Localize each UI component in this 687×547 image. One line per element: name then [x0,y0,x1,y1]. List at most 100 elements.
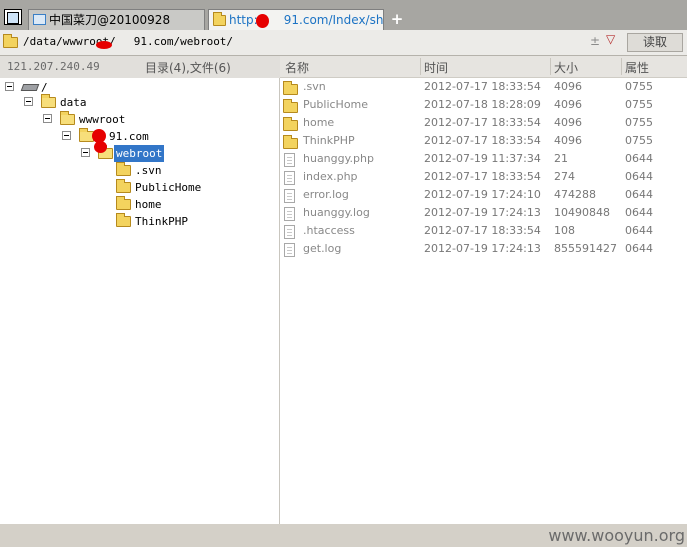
file-name: get.log [303,242,342,255]
footer: www.wooyun.org [0,524,687,547]
folder-icon [283,81,298,95]
column-header-size[interactable]: 大小 [554,59,578,76]
file-size: 108 [554,224,575,237]
window-menu-icon[interactable] [4,9,22,25]
file-size: 21 [554,152,568,165]
column-divider[interactable] [420,58,421,75]
file-permissions: 0644 [625,242,653,255]
modified-time: 2012-07-19 17:24:13 [424,206,541,219]
page-icon [33,14,46,25]
collapse-icon[interactable] [81,148,90,157]
column-header-time[interactable]: 时间 [424,59,448,76]
file-size: 4096 [554,98,582,111]
collapse-icon[interactable] [62,131,71,140]
file-size: 4096 [554,116,582,129]
file-name: home [303,116,335,129]
modified-time: 2012-07-17 18:33:54 [424,116,541,129]
file-name: index.php [303,170,358,183]
folder-icon [116,213,131,227]
file-permissions: 0644 [625,152,653,165]
tab-label: http://91.com/Index/show... [229,13,384,27]
column-divider[interactable] [621,58,622,75]
tree-label-selected: webroot [114,145,165,162]
tab-label: 中国菜刀@20100928 [49,13,171,27]
collapse-icon[interactable] [43,114,52,123]
file-permissions: 0755 [625,116,653,129]
tree-label: data [60,96,87,109]
table-row[interactable]: get.log 2012-07-19 17:24:13 855591427 0644 [280,241,687,259]
file-permissions: 0755 [625,98,653,111]
path-input[interactable]: /data/wwwroot/91.com/webroot/ [23,35,233,48]
file-permissions: 0755 [625,80,653,93]
tab-remote-site[interactable]: http://91.com/Index/show... [208,9,384,30]
folder-icon [60,111,75,125]
folder-icon [116,162,131,176]
chevron-down-icon[interactable]: ▽ [606,32,615,46]
modified-time: 2012-07-18 18:28:09 [424,98,541,111]
file-permissions: 0644 [625,188,653,201]
host-ip: 121.207.240.49 [7,60,100,73]
table-row[interactable]: error.log 2012-07-19 17:24:10 474288 0644 [280,187,687,205]
column-divider[interactable] [550,58,551,75]
collapse-icon[interactable] [24,97,33,106]
redaction-mark [94,141,107,153]
column-header-name[interactable]: 名称 [285,59,309,76]
table-row[interactable]: ThinkPHP 2012-07-17 18:33:54 4096 0755 [280,133,687,151]
table-row[interactable]: .htaccess 2012-07-17 18:33:54 108 0644 [280,223,687,241]
collapse-icon[interactable] [5,82,14,91]
file-permissions: 0644 [625,224,653,237]
read-button[interactable]: 读取 [627,33,683,52]
table-row[interactable]: home 2012-07-17 18:33:54 4096 0755 [280,115,687,133]
file-size: 274 [554,170,575,183]
file-icon [284,189,295,203]
plus-minus-icon[interactable]: ± [590,34,600,48]
folder-icon [116,196,131,210]
tab-bar: 中国菜刀@20100928 http://91.com/Index/show..… [0,0,687,30]
file-permissions: 0755 [625,134,653,147]
table-row[interactable]: huanggy.php 2012-07-19 11:37:34 21 0644 [280,151,687,169]
table-row[interactable]: index.php 2012-07-17 18:33:54 274 0644 [280,169,687,187]
modified-time: 2012-07-19 17:24:13 [424,242,541,255]
table-row[interactable]: huanggy.log 2012-07-19 17:24:13 10490848 06… [280,205,687,223]
file-size: 10490848 [554,206,610,219]
modified-time: 2012-07-17 18:33:54 [424,134,541,147]
file-name: .htaccess [303,224,355,237]
file-name: huanggy.log [303,206,370,219]
directory-tree: / data wwwroot 91.com webroot .svn Publi… [0,78,280,524]
drive-icon [20,84,40,91]
file-size: 4096 [554,80,582,93]
modified-time: 2012-07-19 11:37:34 [424,152,541,165]
table-row[interactable]: .svn 2012-07-17 18:33:54 4096 0755 [280,79,687,97]
column-header-attr[interactable]: 属性 [625,59,649,76]
tab-shell-manager[interactable]: 中国菜刀@20100928 [28,9,205,30]
watermark: www.wooyun.org [548,526,685,545]
new-tab-button[interactable]: + [389,9,405,29]
file-size: 474288 [554,188,596,201]
file-icon [284,171,295,185]
tree-label: 91.com [109,130,149,143]
folder-icon [3,34,18,48]
tree-label: home [135,198,162,211]
redaction-mark [256,14,269,28]
file-size: 855591427 [554,242,617,255]
folder-icon [41,94,56,108]
status-row: 121.207.240.49 目录(4),文件(6) [0,56,280,78]
tree-label: .svn [135,164,162,177]
table-row[interactable]: PublicHome 2012-07-18 18:28:09 4096 0755 [280,97,687,115]
address-bar: /data/wwwroot/91.com/webroot/ ± ▽ 读取 [0,30,687,56]
file-icon [284,225,295,239]
folder-icon [116,179,131,193]
folder-icon [283,117,298,131]
file-icon [284,153,295,167]
tree-label: wwwroot [79,113,126,126]
tree-label: ThinkPHP [135,215,188,228]
file-name: huanggy.php [303,152,374,165]
folder-icon [283,99,298,113]
file-name: .svn [303,80,326,93]
file-icon [284,207,295,221]
file-size: 4096 [554,134,582,147]
file-icon [284,243,295,257]
file-permissions: 0644 [625,170,653,183]
tree-label: PublicHome [135,181,202,194]
item-counts: 目录(4),文件(6) [145,61,231,75]
